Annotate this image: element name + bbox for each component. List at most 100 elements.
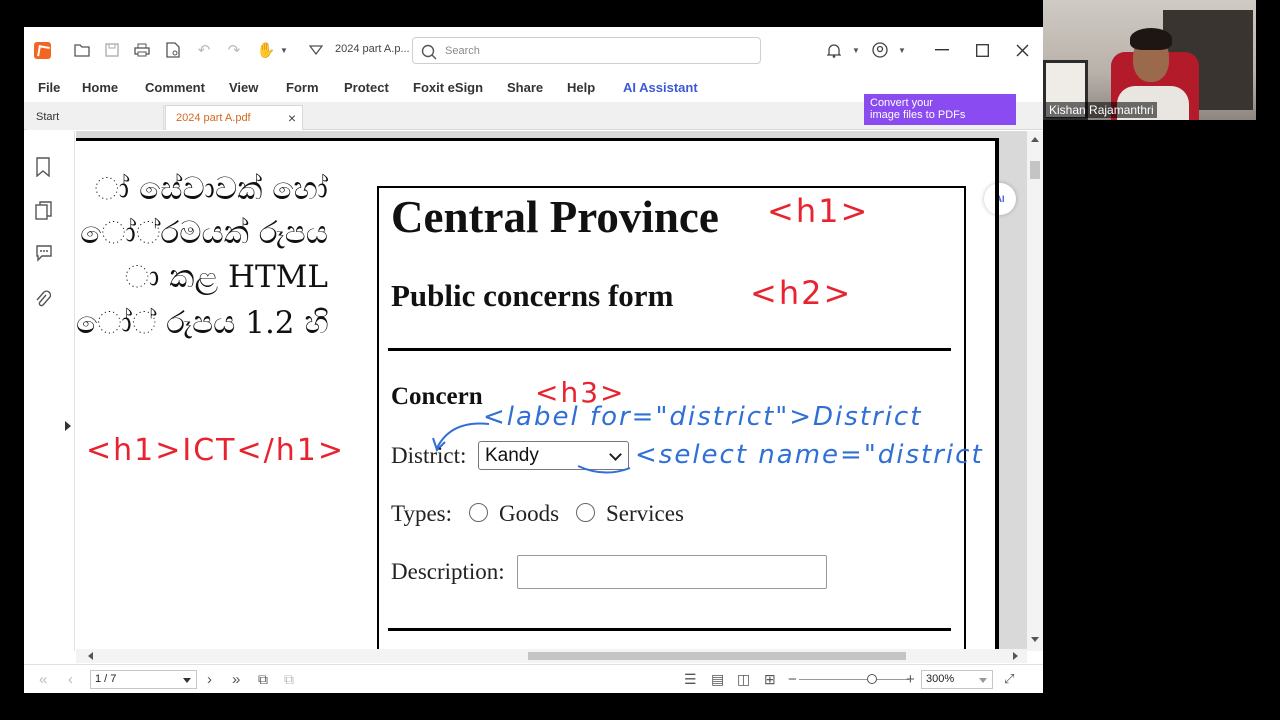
save-icon[interactable]	[102, 40, 122, 60]
menu-help[interactable]: Help	[567, 80, 595, 95]
chevron-down-icon	[609, 448, 622, 461]
page-edge	[995, 138, 999, 651]
open-folder-icon[interactable]	[72, 40, 92, 60]
pages-thumbnails-icon[interactable]	[35, 201, 55, 221]
banner-line-1: Convert your	[870, 97, 933, 109]
horizontal-scroll-thumb[interactable]	[528, 652, 906, 660]
previous-view-icon[interactable]: ⧉	[258, 671, 268, 688]
quick-access-dropdown-icon[interactable]	[306, 40, 326, 60]
search-input[interactable]: Search	[412, 37, 761, 64]
menu-protect[interactable]: Protect	[344, 80, 389, 95]
person-hair	[1130, 28, 1172, 50]
form-heading-h3: Concern	[391, 383, 483, 410]
zoom-slider[interactable]	[799, 674, 909, 684]
scroll-up-icon[interactable]	[1031, 137, 1039, 142]
last-page-icon[interactable]: »	[232, 671, 240, 688]
menu-home[interactable]: Home	[82, 80, 118, 95]
continuous-view-icon[interactable]: ▤	[711, 671, 724, 688]
tab-2024-part-a[interactable]: 2024 part A.pdf ×	[165, 105, 303, 130]
vertical-scroll-thumb[interactable]	[1030, 161, 1040, 179]
minimize-button[interactable]	[930, 39, 954, 61]
first-page-icon[interactable]: «	[39, 671, 47, 688]
ai-assistant-badge[interactable]: AI	[984, 183, 1016, 215]
menu-foxit-esign[interactable]: Foxit eSign	[413, 80, 483, 95]
menu-file[interactable]: File	[38, 80, 60, 95]
title-toolbar: ↶ ↷ ✋ ▼ 2024 part A.p... Search ▼ ▼	[24, 27, 1043, 73]
status-bar: « ‹ 1 / 7 › » ⧉ ⧉ ☰ ▤ ◫ ⊞ − + 300% ⤢	[24, 664, 1043, 693]
foxit-logo-icon	[34, 42, 51, 59]
menu-ai-assistant[interactable]: AI Assistant	[623, 80, 698, 95]
zoom-level-field[interactable]: 300%	[921, 670, 993, 689]
radio-services[interactable]	[576, 503, 595, 522]
vertical-scrollbar[interactable]	[1027, 131, 1043, 651]
menu-comment[interactable]: Comment	[145, 80, 205, 95]
zoom-out-icon[interactable]: −	[788, 671, 797, 688]
notifications-bell-icon[interactable]	[824, 40, 844, 60]
types-label: Types:	[391, 501, 452, 526]
zoom-dropdown-icon[interactable]	[979, 678, 987, 683]
hand-tool-icon[interactable]: ✋	[256, 40, 276, 60]
scroll-left-icon[interactable]	[88, 652, 93, 660]
banner-line-2: image files to PDFs	[870, 109, 966, 121]
next-page-icon[interactable]: ›	[207, 671, 212, 688]
bookmark-icon[interactable]	[35, 157, 55, 178]
document-viewport[interactable]: ා් සේවාවක් හෝ ෝ්රමයක් රූපය ා කළ HTML ෝ් …	[76, 131, 1027, 651]
page-number-field[interactable]: 1 / 7	[90, 670, 197, 689]
page-dropdown-icon[interactable]	[183, 678, 191, 683]
zoom-in-icon[interactable]: +	[906, 671, 915, 688]
redo-icon[interactable]: ↷	[224, 40, 244, 60]
annotation-select-code: <select name="district	[635, 440, 984, 470]
scroll-right-icon[interactable]	[1013, 652, 1018, 660]
sinhala-text-line-1: ා් සේවාවක් හෝ	[94, 171, 328, 207]
sinhala-text-line-4: ෝ් රූපය 1.2 හි	[76, 305, 328, 341]
tab-2024-part-a-label: 2024 part A.pdf	[176, 112, 251, 124]
zoom-level-value: 300%	[926, 673, 955, 685]
search-icon	[421, 44, 437, 60]
single-page-view-icon[interactable]: ☰	[684, 671, 697, 688]
page-number-value: 1 / 7	[95, 673, 117, 685]
scroll-down-icon[interactable]	[1031, 637, 1039, 642]
expand-panel-icon[interactable]	[65, 421, 71, 431]
sinhala-text-line-3: ා කළ HTML	[124, 259, 328, 295]
comments-icon[interactable]	[35, 244, 55, 264]
file-properties-icon[interactable]	[163, 40, 183, 60]
district-select-value: Kandy	[485, 445, 539, 466]
annotation-h1-tag: <h1>	[767, 192, 870, 230]
menu-view[interactable]: View	[229, 80, 258, 95]
full-screen-icon[interactable]: ⤢	[1004, 671, 1014, 687]
account-dropdown-icon[interactable]: ▼	[892, 40, 912, 60]
menu-form[interactable]: Form	[286, 80, 319, 95]
facing-view-icon[interactable]: ◫	[737, 671, 750, 688]
previous-page-icon[interactable]: ‹	[68, 671, 73, 688]
menu-share[interactable]: Share	[507, 80, 543, 95]
search-placeholder: Search	[445, 45, 480, 57]
attachments-icon[interactable]	[35, 289, 55, 309]
sinhala-text-line-2: ෝ්රමයක් රූපය	[80, 215, 328, 251]
account-icon[interactable]	[870, 40, 890, 60]
notifications-dropdown-icon[interactable]: ▼	[846, 40, 866, 60]
annotation-label-code: <label for="district">District	[483, 402, 923, 432]
close-window-button[interactable]	[1010, 39, 1034, 61]
webcam-participant-name: Kishan Rajamanthri	[1046, 102, 1157, 118]
zoom-slider-knob[interactable]	[867, 674, 877, 684]
undo-icon[interactable]: ↶	[194, 40, 214, 60]
print-icon[interactable]	[132, 40, 152, 60]
hand-tool-dropdown-icon[interactable]: ▼	[274, 40, 294, 60]
maximize-button[interactable]	[970, 39, 994, 61]
form-figure: Central Province <h1> Public concerns fo…	[377, 186, 982, 651]
tab-close-icon[interactable]: ×	[288, 110, 296, 126]
description-field[interactable]	[517, 555, 827, 589]
document-title: 2024 part A.p...	[335, 43, 410, 55]
horizontal-scrollbar[interactable]	[76, 649, 1027, 663]
next-view-icon[interactable]: ⧉	[284, 671, 294, 688]
description-label: Description:	[391, 559, 505, 584]
form-heading-h1: Central Province	[391, 192, 719, 242]
navigation-panel	[24, 131, 75, 651]
convert-images-banner[interactable]: Convert your image files to PDFs	[864, 94, 1016, 125]
foxit-pdf-window: ↶ ↷ ✋ ▼ 2024 part A.p... Search ▼ ▼ File…	[24, 27, 1043, 693]
district-label: District:	[391, 443, 467, 468]
continuous-facing-view-icon[interactable]: ⊞	[764, 671, 776, 688]
pdf-page: ා් සේවාවක් හෝ ෝ්රමයක් රූපය ා කළ HTML ෝ් …	[76, 138, 1016, 651]
tab-start[interactable]: Start	[26, 105, 164, 130]
radio-goods[interactable]	[469, 503, 488, 522]
